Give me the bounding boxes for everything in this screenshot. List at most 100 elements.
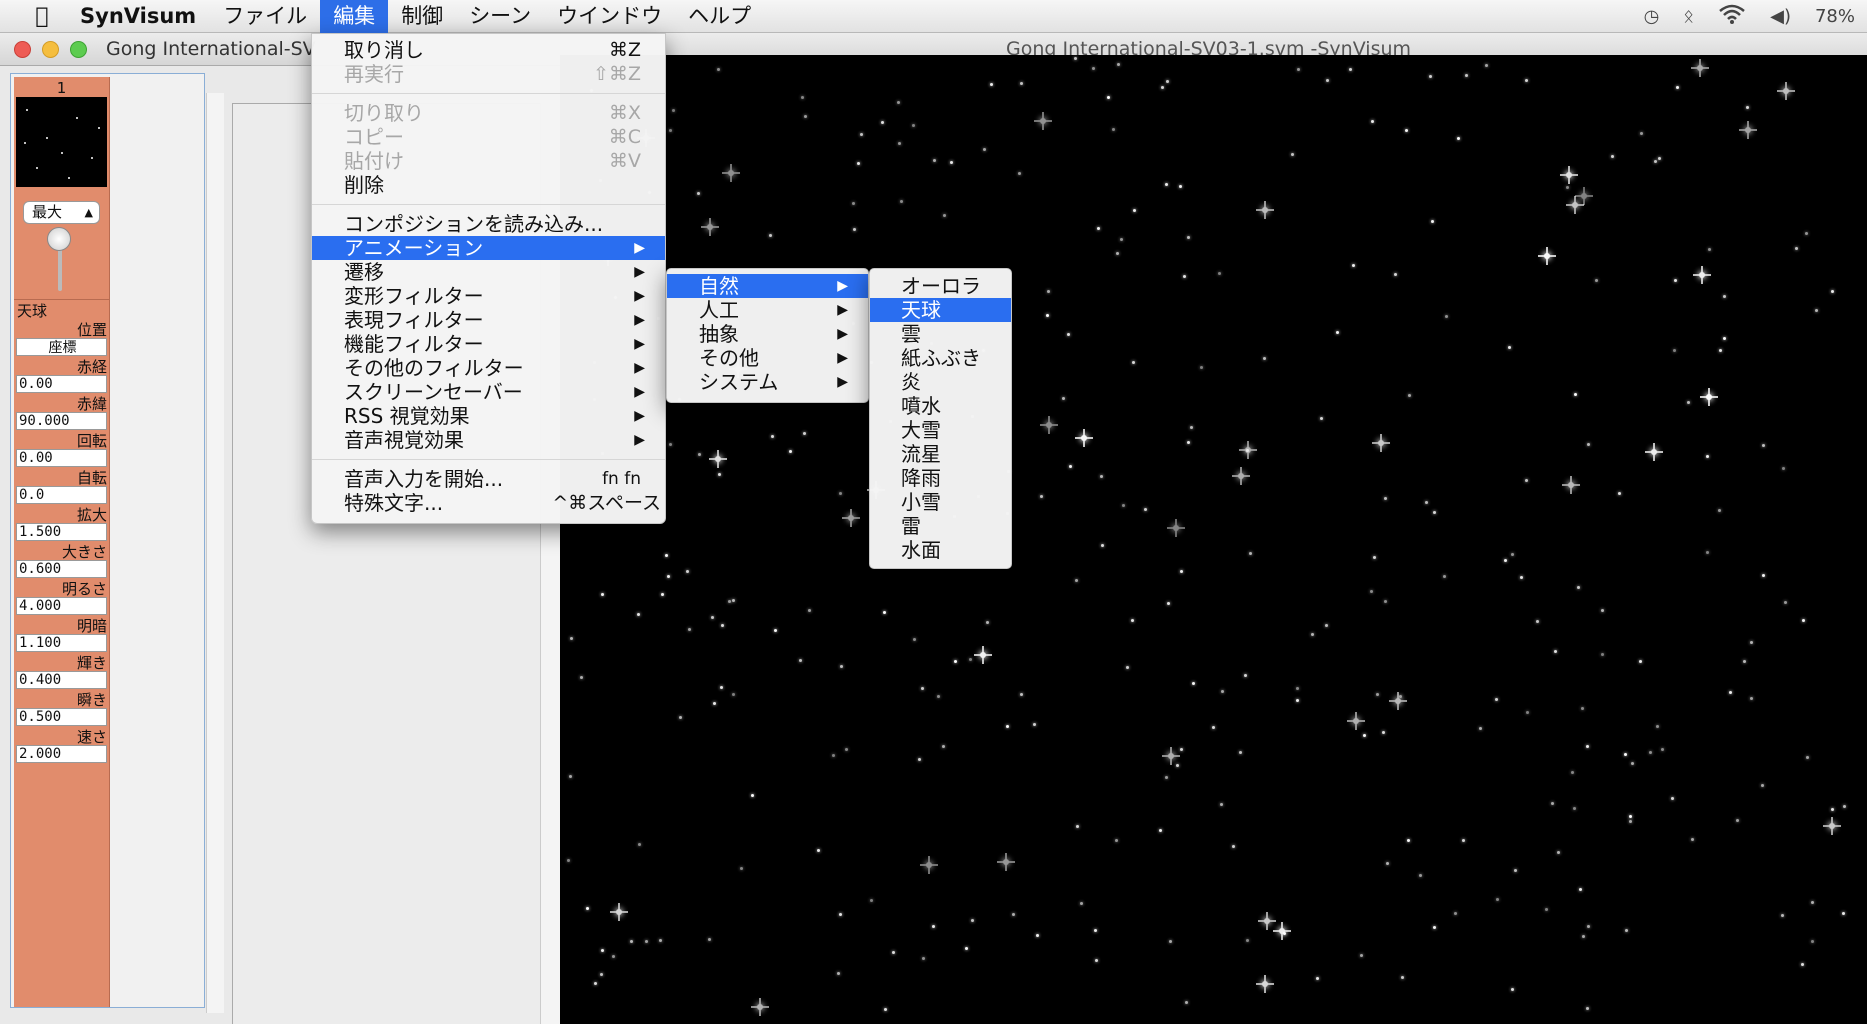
param-field-contrast[interactable]: 1.100 [16,634,107,652]
star [1595,279,1598,282]
menu-item-other-filter[interactable]: その他のフィルター ▶ [312,356,665,380]
star [1034,112,1052,130]
param-field-speed[interactable]: 2.000 [16,745,107,763]
star [1581,707,1584,710]
star [1525,79,1528,82]
star [1371,120,1374,123]
star [1762,444,1765,447]
menu-control[interactable]: 制御 [388,0,456,33]
star [1185,1001,1188,1004]
close-window-button[interactable] [14,41,31,58]
menu-item-celestial-sphere[interactable]: 天球 [870,298,1011,322]
menu-item-transition[interactable]: 遷移 ▶ [312,260,665,284]
star [1180,748,1183,751]
menu-item-confetti[interactable]: 紙ふぶき [870,346,1011,370]
menu-item-expression-filter[interactable]: 表現フィルター ▶ [312,308,665,332]
size-select[interactable]: 最大 ▲ [23,201,100,224]
menu-item-function-filter[interactable]: 機能フィルター ▶ [312,332,665,356]
clip-number: 1 [56,79,67,97]
star [709,450,727,468]
param-field-position[interactable]: 座標 [16,338,107,356]
minimize-window-button[interactable] [42,41,59,58]
submenu-arrow-icon: ▶ [634,264,645,280]
zoom-window-button[interactable] [70,41,87,58]
param-field-size[interactable]: 0.600 [16,560,107,578]
menu-item-system[interactable]: システム ▶ [667,370,868,394]
menu-file[interactable]: ファイル [210,0,320,33]
star [586,907,589,910]
star [751,998,769,1016]
param-field-dec[interactable]: 90.000 [16,412,107,430]
battery-percent[interactable]: 78% [1815,6,1855,27]
param-field-glow[interactable]: 0.400 [16,671,107,689]
menu-scene[interactable]: シーン [456,0,544,33]
menu-edit[interactable]: 編集 [320,0,389,33]
wifi-icon[interactable] [1718,4,1746,29]
menu-item-artificial[interactable]: 人工 ▶ [667,298,868,322]
menu-item-thunder[interactable]: 雷 [870,514,1011,538]
star [1574,393,1577,396]
menu-item-light-snow[interactable]: 小雪 [870,490,1011,514]
star [1075,579,1078,582]
menu-item-aurora[interactable]: オーロラ [870,274,1011,298]
star [842,509,860,527]
menu-item-load-composition[interactable]: コンポジションを読み込み... [312,212,665,236]
timeline-scrollbar[interactable] [206,93,224,1013]
app-name-menu[interactable]: SynVisum [80,4,196,28]
menu-item-nature[interactable]: 自然 ▶ [667,274,868,298]
menu-item-other[interactable]: その他 ▶ [667,346,868,370]
star [1187,236,1190,239]
preview-canvas[interactable] [560,55,1867,1024]
star [881,121,884,124]
param-field-ra[interactable]: 0.00 [16,375,107,393]
volume-icon[interactable]: ◀) [1770,6,1791,27]
star [1159,829,1162,832]
clip-thumbnail[interactable] [16,97,107,187]
star [1454,912,1457,915]
opacity-slider-knob[interactable] [47,227,71,251]
menu-item-fire[interactable]: 炎 [870,370,1011,394]
param-field-spin[interactable]: 0.0 [16,486,107,504]
clip-column[interactable]: 1 最大 ▲ 天球 位置 座標 赤経 0.00 赤緯 90.000 回転 0.0… [14,77,110,1007]
menu-help[interactable]: ヘルプ [675,0,764,33]
star [937,695,940,698]
star [721,624,724,627]
menu-item-animation[interactable]: アニメーション ▶ [312,236,665,260]
star [990,83,993,86]
menu-item-rss-effects[interactable]: RSS 視覚効果 ▶ [312,404,665,428]
param-field-zoom[interactable]: 1.500 [16,523,107,541]
menu-item-water-surface[interactable]: 水面 [870,538,1011,562]
edit-menu: 取り消し ⌘Z 再実行 ⇧⌘Z 切り取り ⌘X コピー ⌘C 貼付け ⌘V 削除 コンポジ… [311,33,666,524]
menu-item-abstract[interactable]: 抽象 ▶ [667,322,868,346]
submenu-arrow-icon: ▶ [634,312,645,328]
menu-item-start-dictation[interactable]: 音声入力を開始... fn fn [312,467,665,491]
star [913,638,916,641]
menu-item-fountain[interactable]: 噴水 [870,394,1011,418]
time-machine-icon[interactable]: ◷ [1644,6,1660,27]
apple-icon[interactable]:  [24,4,60,29]
bluetooth-icon[interactable]: ᛟ [1683,6,1694,27]
star [1425,501,1428,504]
star [601,949,604,952]
param-field-brightness[interactable]: 4.000 [16,597,107,615]
menu-item-heavy-snow[interactable]: 大雪 [870,418,1011,442]
star [1708,248,1711,251]
param-field-rotation[interactable]: 0.00 [16,449,107,467]
star [1671,797,1674,800]
menu-item-rain[interactable]: 降雨 [870,466,1011,490]
menu-item-meteor[interactable]: 流星 [870,442,1011,466]
menu-window[interactable]: ウインドウ [544,0,675,33]
menu-item-undo[interactable]: 取り消し ⌘Z [312,38,665,62]
star [1020,693,1023,696]
menu-item-special-characters[interactable]: 特殊文字... ^⌘スペース [312,491,665,515]
menu-item-clouds[interactable]: 雲 [870,322,1011,346]
menu-item-transform-filter[interactable]: 変形フィルター ▶ [312,284,665,308]
param-label: 自転 [76,469,107,487]
star [1394,273,1397,276]
menu-item-audio-effects[interactable]: 音声視覚効果 ▶ [312,428,665,452]
menu-item-screensaver[interactable]: スクリーンセーバー ▶ [312,380,665,404]
star [920,856,938,874]
star [1047,290,1050,293]
menu-item-delete[interactable]: 削除 [312,173,665,197]
param-field-twinkle[interactable]: 0.500 [16,708,107,726]
